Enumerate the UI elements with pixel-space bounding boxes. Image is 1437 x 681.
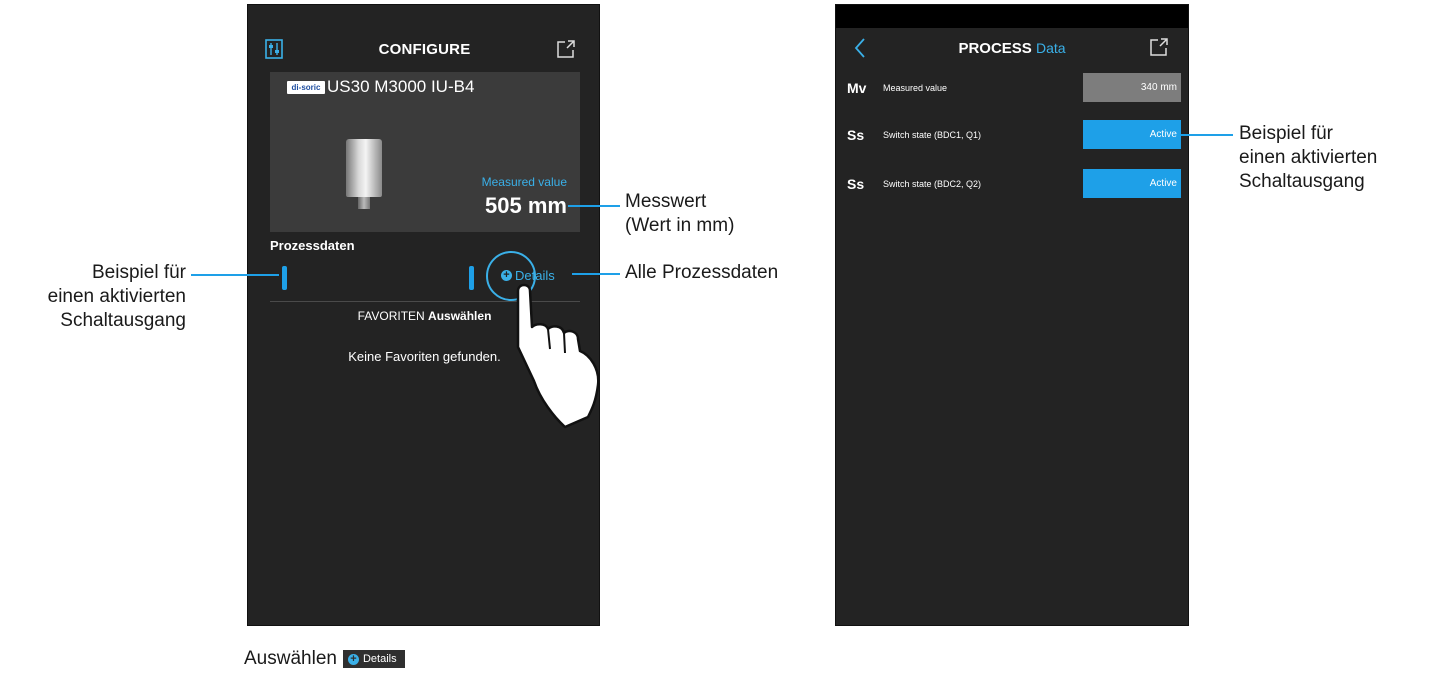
- switch-state-indicator-2: [469, 266, 474, 290]
- row-name: Switch state (BDC1, Q1): [883, 130, 982, 140]
- configure-screen: CONFIGURE di-soric US30 M3000 IU-B4 Meas…: [247, 4, 600, 626]
- external-link-icon[interactable]: [1149, 37, 1169, 62]
- page-title: CONFIGURE: [378, 41, 471, 58]
- annotation-line: Messwert: [625, 191, 707, 212]
- process-row-switch-state-1: Ss Switch state (BDC1, Q1) Active: [836, 120, 1188, 150]
- annotation-line-left-switch: [191, 274, 279, 276]
- annotation-line: Beispiel für: [92, 262, 186, 283]
- row-value: 340 mm: [1083, 73, 1181, 102]
- annotation-left-switch: Beispiel für einen aktivierten Schaltaus…: [0, 261, 186, 333]
- annotation-line: (Wert in mm): [625, 215, 735, 236]
- caption-text: Auswählen: [244, 648, 337, 669]
- details-chip: + Details: [342, 650, 405, 668]
- annotation-line: einen aktivierten: [1239, 147, 1378, 168]
- row-abbr: Ss: [847, 127, 865, 143]
- bottom-caption: Auswählen + Details: [244, 648, 405, 670]
- title-accent: Data: [1035, 40, 1066, 56]
- details-chip-label: Details: [362, 653, 397, 665]
- annotation-right-switch: Beispiel für einen aktivierten Schaltaus…: [1239, 122, 1377, 194]
- process-data-screen: PROCESS Data Mv Measured value 340 mm Ss…: [835, 4, 1189, 626]
- sensor-connector: [358, 197, 370, 209]
- brand-logo: di-soric: [287, 81, 325, 94]
- process-row-measured-value: Mv Measured value 340 mm: [836, 73, 1188, 103]
- annotation-line: einen aktivierten: [47, 286, 186, 307]
- sensor-image: [346, 139, 382, 197]
- plus-circle-icon: +: [347, 653, 359, 665]
- page-title: PROCESS Data: [836, 40, 1188, 57]
- status-bar: [836, 5, 1188, 28]
- annotation-line-right-switch: [1180, 134, 1233, 136]
- title-bold: PROCESS: [958, 40, 1032, 57]
- device-card[interactable]: di-soric US30 M3000 IU-B4 Measured value…: [270, 72, 580, 232]
- row-value: Active: [1083, 169, 1181, 198]
- favorites-prefix: FAVORITEN: [357, 309, 425, 323]
- row-abbr: Mv: [847, 80, 867, 96]
- annotation-line-measured: [568, 205, 620, 207]
- process-data-heading: Prozessdaten: [270, 238, 355, 253]
- annotation-all-process-data: Alle Prozessdaten: [625, 262, 779, 283]
- measured-value-label: Measured value: [481, 175, 567, 189]
- row-name: Switch state (BDC2, Q2): [883, 179, 982, 189]
- annotation-line: Schaltausgang: [60, 310, 186, 331]
- pointing-hand-icon: [516, 283, 600, 429]
- annotation-line: Schaltausgang: [1239, 171, 1365, 192]
- row-name: Measured value: [883, 83, 948, 93]
- row-value: Active: [1083, 120, 1181, 149]
- external-link-icon[interactable]: [556, 39, 576, 64]
- process-row-switch-state-2: Ss Switch state (BDC2, Q2) Active: [836, 169, 1188, 199]
- annotation-line: Beispiel für: [1239, 123, 1333, 144]
- switch-state-indicator-1: [282, 266, 287, 290]
- device-name: US30 M3000 IU-B4: [327, 77, 475, 96]
- measured-value: 505 mm: [485, 193, 567, 218]
- row-abbr: Ss: [847, 176, 865, 192]
- annotation-line-details: [572, 273, 620, 275]
- favorites-select-link[interactable]: Auswählen: [428, 309, 491, 323]
- annotation-measured: Messwert (Wert in mm): [625, 190, 734, 238]
